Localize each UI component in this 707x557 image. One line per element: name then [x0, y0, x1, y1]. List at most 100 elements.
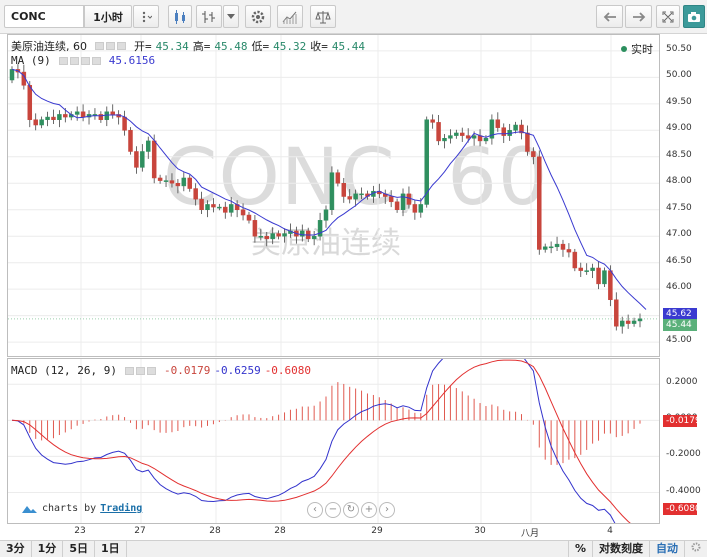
- price-tick-label: 48.00: [666, 176, 692, 187]
- settings-icon[interactable]: [69, 56, 79, 65]
- time-tick-label: 28: [274, 526, 286, 536]
- candle-body: [353, 193, 358, 200]
- time-tick-label: 30: [474, 526, 486, 536]
- snapshot-button[interactable]: [683, 5, 705, 28]
- settings-icon[interactable]: [135, 366, 145, 375]
- more-icon[interactable]: [91, 56, 101, 65]
- candle-body: [584, 270, 589, 272]
- macd-y-axis[interactable]: 0.20000.0000-0.2000-0.4000: [661, 358, 707, 524]
- candle-body: [270, 233, 275, 240]
- candle-body: [608, 270, 613, 301]
- ohlc-legend: 美原油连续, 60 开= 45.34 高= 45.48 低= 45.32 收= 45.4…: [11, 38, 365, 54]
- range-1day-button[interactable]: 1日: [95, 540, 127, 557]
- close-value: 45.44: [331, 39, 365, 53]
- chart-settings-button[interactable]: [684, 541, 707, 557]
- candle-body: [45, 116, 50, 120]
- macd-signal-value: -0.6080: [264, 364, 312, 377]
- candle-body: [542, 246, 548, 250]
- macd-legend: MACD (12, 26, 9) -0.0179 -0.6259 -0.6080: [11, 364, 311, 377]
- candle-body: [246, 214, 252, 221]
- scroll-right-button[interactable]: ›: [379, 502, 395, 518]
- candle-body: [311, 235, 317, 240]
- candle-body: [560, 243, 566, 250]
- redo-button[interactable]: [625, 5, 652, 28]
- symbol-input[interactable]: CONC: [4, 5, 84, 28]
- price-tick-label: 46.50: [666, 255, 692, 266]
- macd-panel[interactable]: MACD (12, 26, 9) -0.0179 -0.6259 -0.6080: [7, 358, 660, 524]
- redo-icon: [632, 11, 645, 22]
- percent-scale-button[interactable]: %: [567, 541, 592, 557]
- price-tick-label: 48.50: [666, 149, 692, 160]
- interval-menu-button[interactable]: [133, 5, 159, 28]
- cloud-logo-icon: [22, 505, 37, 513]
- close-icon[interactable]: [146, 366, 156, 375]
- candle-body: [223, 206, 228, 213]
- candle-body: [240, 209, 246, 216]
- candle-body: [448, 135, 453, 139]
- log-scale-button[interactable]: 对数刻度: [592, 541, 649, 557]
- zoom-in-button[interactable]: +: [361, 502, 377, 518]
- reset-button[interactable]: ↻: [343, 502, 359, 518]
- legend-controls[interactable]: [95, 42, 126, 50]
- candle-body: [193, 188, 198, 200]
- range-5day-button[interactable]: 5日: [63, 540, 95, 557]
- chart-credit[interactable]: charts by Trading: [20, 503, 142, 514]
- fullscreen-button[interactable]: [656, 5, 680, 28]
- price-chart-panel[interactable]: CONC, 60 美原油连续 美原油连续, 60 开= 45.34 高= 45.48…: [7, 34, 660, 357]
- candle-body: [619, 320, 625, 327]
- candle-body: [9, 69, 15, 81]
- eye-icon[interactable]: [124, 366, 134, 375]
- camera-icon: [688, 11, 700, 22]
- candle-body: [335, 172, 341, 184]
- eye-icon[interactable]: [95, 42, 104, 50]
- range-1min-button[interactable]: 1分: [32, 540, 64, 557]
- macd-tick-label: -0.4000: [666, 485, 701, 496]
- close-icon[interactable]: [80, 56, 90, 65]
- time-tick-label: 八月: [520, 529, 540, 539]
- undo-button[interactable]: [596, 5, 623, 28]
- compare-button[interactable]: [310, 5, 336, 28]
- candle-body: [418, 204, 424, 213]
- high-value: 45.48: [214, 39, 248, 53]
- settings-icon[interactable]: [106, 42, 115, 50]
- zoom-out-button[interactable]: −: [325, 502, 341, 518]
- price-tick-label: 46.00: [666, 282, 692, 293]
- range-3min-button[interactable]: 3分: [0, 540, 32, 557]
- candle-body: [531, 151, 536, 158]
- macd-legend-controls[interactable]: [124, 366, 156, 375]
- fullscreen-icon: [662, 11, 674, 22]
- credit-brand-link[interactable]: Trading: [100, 503, 142, 514]
- indicators-button[interactable]: [277, 5, 303, 28]
- time-x-axis[interactable]: 23 27 28 28 29 30 八月 4: [7, 524, 660, 540]
- price-tick-label: 50.00: [666, 70, 692, 81]
- open-label: 开=: [134, 40, 152, 53]
- close-icon[interactable]: [117, 42, 126, 50]
- interval-label: 1小时: [93, 10, 123, 24]
- candle-body: [596, 267, 601, 285]
- candle-body: [169, 180, 175, 184]
- candle-body: [300, 230, 305, 237]
- eye-icon[interactable]: [58, 56, 68, 65]
- candle-body: [341, 183, 347, 197]
- time-tick-label: 27: [134, 526, 146, 536]
- candle-body: [163, 180, 169, 182]
- settings-button[interactable]: [245, 5, 271, 28]
- candle-body: [412, 204, 418, 213]
- time-tick-label: 29: [371, 526, 383, 536]
- high-label: 高=: [192, 40, 211, 53]
- style-dropdown-button[interactable]: [223, 5, 239, 28]
- chart-style-button[interactable]: [168, 5, 192, 28]
- price-tick-label: 49.50: [666, 96, 692, 107]
- candle-body: [359, 193, 364, 196]
- undo-icon: [603, 11, 616, 22]
- interval-selector[interactable]: 1小时: [84, 5, 132, 28]
- candle-body: [460, 132, 465, 136]
- candle-body: [400, 193, 406, 210]
- hist-price-tag: -0.0179: [663, 415, 701, 427]
- bar-style-button[interactable]: [196, 5, 222, 28]
- candle-body: [578, 267, 584, 271]
- scroll-left-button[interactable]: ‹: [307, 502, 323, 518]
- ma-legend-controls[interactable]: [58, 56, 101, 65]
- auto-scale-button[interactable]: 自动: [649, 541, 684, 557]
- price-chart-svg: [8, 35, 659, 356]
